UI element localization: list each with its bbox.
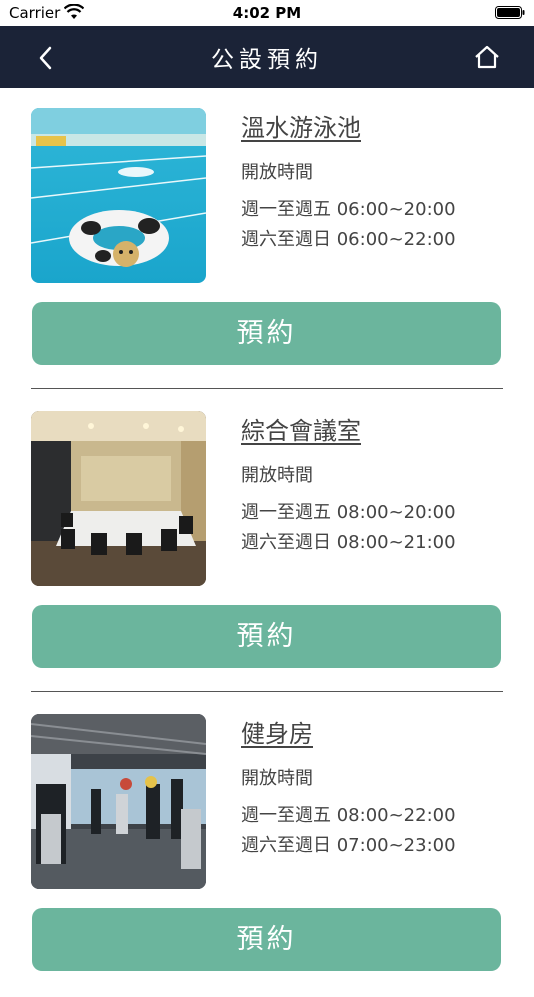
hours-label: 開放時間 — [241, 768, 313, 789]
reserve-button[interactable]: 預約 — [32, 908, 501, 971]
weekday-hours: 週一至週五 06:00~20:00 — [241, 199, 456, 220]
navigation-bar: 公設預約 — [0, 26, 534, 88]
home-button[interactable] — [468, 40, 504, 76]
weekday-hours: 週一至週五 08:00~20:00 — [241, 502, 456, 523]
divider — [31, 691, 503, 692]
page-title: 公設預約 — [211, 47, 323, 73]
gym-photo[interactable] — [31, 714, 206, 889]
facility-list: 溫水游泳池 開放時間 週一至週五 06:00~20:00 週六至週日 06:00… — [0, 88, 534, 997]
facility-name[interactable]: 綜合會議室 — [241, 411, 361, 446]
reserve-button[interactable]: 預約 — [32, 605, 501, 668]
battery-icon — [495, 6, 525, 19]
facility-name[interactable]: 健身房 — [241, 714, 313, 749]
hours-label: 開放時間 — [241, 162, 313, 183]
status-bar: Carrier 4:02 PM — [0, 0, 534, 26]
hours-label: 開放時間 — [241, 465, 313, 486]
facility-card-pool: 溫水游泳池 開放時間 週一至週五 06:00~20:00 週六至週日 06:00… — [0, 88, 534, 391]
reserve-button[interactable]: 預約 — [32, 302, 501, 365]
weekend-hours: 週六至週日 07:00~23:00 — [241, 835, 456, 856]
facility-card-meeting-room: 綜合會議室 開放時間 週一至週五 08:00~20:00 週六至週日 08:00… — [0, 391, 534, 694]
meeting-room-photo[interactable] — [31, 411, 206, 586]
weekday-hours: 週一至週五 08:00~22:00 — [241, 805, 456, 826]
weekend-hours: 週六至週日 08:00~21:00 — [241, 532, 456, 553]
weekend-hours: 週六至週日 06:00~22:00 — [241, 229, 456, 250]
home-icon — [475, 45, 499, 69]
pool-photo[interactable] — [31, 108, 206, 283]
facility-name[interactable]: 溫水游泳池 — [241, 108, 361, 143]
divider — [31, 388, 503, 389]
facility-card-gym: 健身房 開放時間 週一至週五 08:00~22:00 週六至週日 07:00~2… — [0, 694, 534, 997]
clock: 4:02 PM — [232, 4, 302, 22]
